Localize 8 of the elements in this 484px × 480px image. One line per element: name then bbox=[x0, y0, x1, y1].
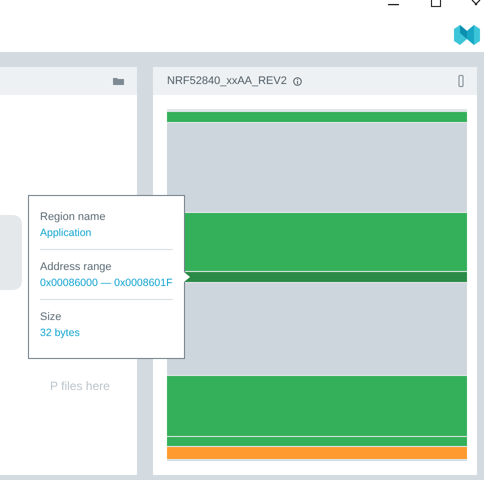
field-value: 0x00086000 — 0x0008601F bbox=[40, 276, 173, 291]
device-title: NRF52840_xxAA_REV2 bbox=[167, 74, 287, 89]
drop-hint: P files here bbox=[50, 378, 110, 395]
field-value: 32 bytes bbox=[40, 326, 80, 341]
field-label: Address range bbox=[40, 260, 113, 275]
field-label: Region name bbox=[40, 210, 106, 225]
field-value: Application bbox=[40, 226, 92, 241]
field-label: Size bbox=[40, 310, 62, 325]
